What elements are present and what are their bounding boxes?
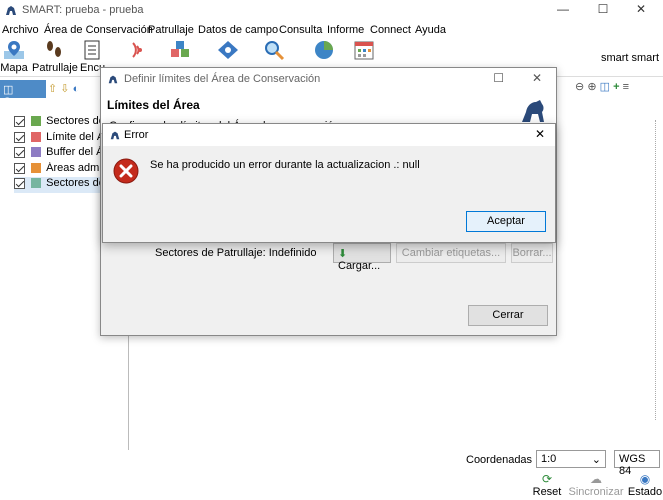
- status-bar: Coordenadas 1:0 ⌄ WGS 84 ⟳ Reset ☁ Sincr…: [0, 450, 663, 500]
- menu-archivo[interactable]: Archivo: [2, 24, 39, 36]
- magnifier-icon: [265, 41, 285, 61]
- delete-button[interactable]: Borrar...: [511, 243, 553, 263]
- sync-button[interactable]: ☁ Sincronizar: [566, 472, 626, 498]
- close-button[interactable]: Cerrar: [468, 305, 548, 326]
- zoom-out-icon[interactable]: ⊖: [575, 81, 584, 93]
- error-title: Error: [124, 129, 149, 141]
- layers-icon: ◫: [3, 84, 14, 96]
- menu-connect[interactable]: Connect: [370, 24, 411, 36]
- menu-datos-campo[interactable]: Datos de campo: [198, 24, 278, 36]
- window-titlebar: SMART: prueba - prueba — ☐ ✕: [0, 0, 663, 20]
- crs-display[interactable]: WGS 84: [614, 450, 660, 477]
- dialog-heading: Límites del Área: [107, 98, 200, 112]
- map-divider: [655, 120, 661, 420]
- clipboard-icon: [84, 40, 100, 60]
- menu-patrullaje[interactable]: Patrullaje: [148, 24, 194, 36]
- layer-style-icon: [31, 147, 42, 158]
- status-icon: ◉: [639, 472, 651, 486]
- download-icon: ⬇: [338, 248, 348, 260]
- menu-icon[interactable]: ≡: [623, 81, 629, 93]
- error-dialog: Error ✕ Se ha producido un error durante…: [102, 123, 556, 243]
- layers-stack-icon[interactable]: ◫: [600, 81, 610, 93]
- move-down-icon[interactable]: ⇩: [60, 83, 69, 95]
- close-error-button[interactable]: ✕: [535, 127, 545, 141]
- blocks-icon: [171, 41, 189, 57]
- window-title: SMART: prueba - prueba: [22, 4, 144, 16]
- user-name: smart smart: [600, 52, 659, 64]
- dialog-title: Definir límites del Área de Conservación: [124, 73, 321, 85]
- add-layer-icon[interactable]: +: [613, 81, 619, 93]
- menu-consulta[interactable]: Consulta: [279, 24, 322, 36]
- maximize-button[interactable]: ☐: [588, 2, 618, 16]
- footprints-icon: [47, 41, 61, 57]
- toolbar-patrullaje[interactable]: Patrullaje: [32, 39, 78, 77]
- toolbar-mapa[interactable]: Mapa: [0, 39, 28, 77]
- menu-informe[interactable]: Informe: [327, 24, 364, 36]
- layer-item[interactable]: Buffer del Áre: [14, 146, 113, 162]
- layer-checkbox[interactable]: [14, 146, 25, 158]
- calendar-icon: [354, 41, 374, 60]
- close-dialog-button[interactable]: ✕: [532, 71, 542, 85]
- visibility-icon[interactable]: ◐: [73, 83, 80, 95]
- map-pin-icon: [4, 41, 24, 59]
- map-tools: ⊖ ⊕ ◫ + ≡: [575, 80, 629, 93]
- zoom-in-icon[interactable]: ⊕: [587, 81, 596, 93]
- layer-toolbar: ⇧ ⇩ ◐: [48, 82, 79, 95]
- maximize-button[interactable]: ☐: [493, 71, 504, 85]
- layer-checkbox[interactable]: [14, 115, 25, 127]
- error-message: Se ha producido un error durante la actu…: [150, 159, 420, 171]
- change-tags-button[interactable]: Cambiar etiquetas...: [396, 243, 506, 263]
- smart-logo-icon: [108, 75, 118, 84]
- load-button[interactable]: ⬇ Cargar...: [333, 243, 391, 272]
- dialog-titlebar: Definir límites del Área de Conservación…: [101, 68, 556, 90]
- coordinates-label: Coordenadas: [466, 454, 533, 466]
- diamond-icon: [218, 41, 238, 59]
- panther-logo-icon: [522, 100, 544, 122]
- refresh-icon: ⟳: [541, 472, 553, 486]
- layer-style-icon: [31, 116, 42, 127]
- menu-bar: Archivo Área de Conservación Patrullaje …: [0, 21, 663, 39]
- minimize-button[interactable]: —: [548, 2, 578, 16]
- reset-button[interactable]: ⟳ Reset: [530, 472, 564, 498]
- layer-checkbox[interactable]: [14, 162, 25, 174]
- close-window-button[interactable]: ✕: [626, 2, 656, 16]
- smart-logo-icon: [6, 6, 16, 15]
- layer-checkbox[interactable]: [14, 131, 25, 143]
- scale-select[interactable]: 1:0 ⌄: [536, 450, 606, 468]
- signal-icon: [132, 42, 142, 58]
- accept-button[interactable]: Aceptar: [466, 211, 546, 232]
- chevron-down-icon: ⌄: [591, 454, 601, 466]
- layer-style-icon: [31, 163, 42, 174]
- cloud-icon: ☁: [590, 472, 602, 486]
- layer-item[interactable]: Límite del Áre: [14, 131, 114, 147]
- menu-ayuda[interactable]: Ayuda: [415, 24, 446, 36]
- menu-area-conservacion[interactable]: Área de Conservación: [44, 24, 153, 36]
- error-titlebar: Error ✕: [103, 124, 555, 146]
- smart-logo-icon: [110, 131, 120, 140]
- layer-checkbox[interactable]: [14, 177, 25, 189]
- move-up-icon[interactable]: ⇧: [48, 83, 57, 95]
- layer-style-icon: [31, 178, 42, 189]
- tab-capas[interactable]: ◫ Capas: [0, 80, 46, 108]
- layer-style-icon: [31, 132, 42, 143]
- state-button[interactable]: ◉ Estado: [627, 472, 663, 498]
- patrol-sectors-label: Sectores de Patrullaje: Indefinido: [155, 247, 317, 259]
- error-icon: [113, 158, 139, 184]
- pie-chart-icon: [315, 41, 333, 59]
